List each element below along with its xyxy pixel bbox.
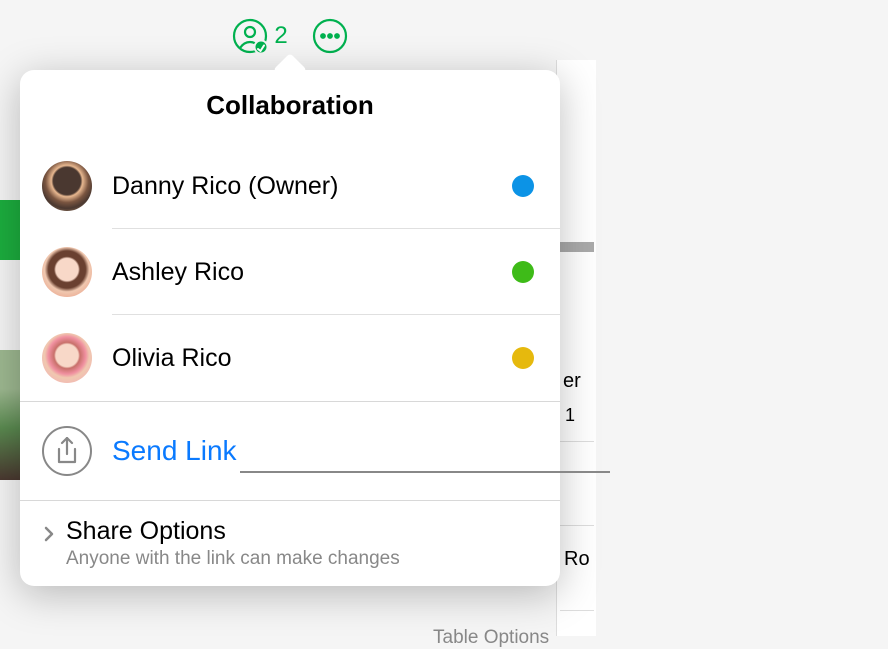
collaboration-popover: Collaboration Danny Rico (Owner) Ashley …	[20, 70, 560, 586]
background-divider	[560, 525, 594, 526]
share-options-subtitle: Anyone with the link can make changes	[66, 548, 400, 570]
background-photo-fragment	[0, 350, 20, 480]
background-text-fragment: Ro	[564, 548, 590, 571]
status-dot-icon	[512, 175, 534, 197]
participant-name: Olivia Rico	[112, 344, 512, 373]
share-options-button[interactable]: Share Options Anyone with the link can m…	[20, 501, 560, 586]
participant-list: Danny Rico (Owner) Ashley Rico Olivia Ri…	[20, 143, 560, 401]
participant-row[interactable]: Ashley Rico	[20, 229, 560, 315]
share-options-title: Share Options	[66, 517, 400, 546]
status-dot-icon	[512, 261, 534, 283]
background-divider	[560, 441, 594, 442]
participant-name: Danny Rico (Owner)	[112, 172, 512, 201]
person-circle-icon	[232, 18, 268, 54]
popover-title: Collaboration	[20, 70, 560, 143]
background-green-fragment	[0, 200, 20, 260]
avatar	[42, 247, 92, 297]
status-dot-icon	[512, 347, 534, 369]
participant-row[interactable]: Olivia Rico	[20, 315, 560, 401]
send-link-button[interactable]: Send Link	[20, 402, 560, 500]
background-text-fragment: 1	[565, 405, 575, 426]
background-text-fragment: er	[563, 370, 581, 393]
chevron-right-icon	[42, 525, 56, 548]
share-options-content: Share Options Anyone with the link can m…	[66, 517, 400, 570]
participant-row[interactable]: Danny Rico (Owner)	[20, 143, 560, 229]
avatar	[42, 333, 92, 383]
background-table-options-label: Table Options	[433, 627, 549, 649]
more-button[interactable]	[312, 18, 348, 54]
collaboration-count: 2	[274, 22, 287, 50]
avatar	[42, 161, 92, 211]
background-gray-bar	[556, 242, 594, 252]
background-divider	[560, 610, 594, 611]
send-link-label: Send Link	[112, 435, 237, 467]
collaboration-button[interactable]: 2	[232, 18, 287, 54]
callout-line	[240, 471, 610, 473]
participant-name: Ashley Rico	[112, 258, 512, 287]
share-icon	[42, 426, 92, 476]
